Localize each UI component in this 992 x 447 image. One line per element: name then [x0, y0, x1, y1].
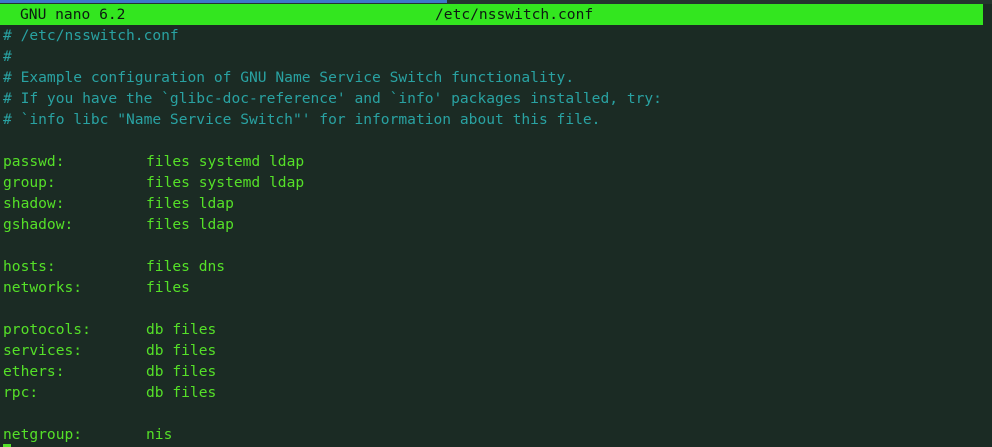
config-value: files ldap [146, 195, 234, 212]
config-entry-line: protocols: db files [3, 319, 983, 340]
config-entry-line: networks: files [3, 277, 983, 298]
config-value: nis [146, 426, 173, 443]
comment-line: # /etc/nsswitch.conf [3, 27, 179, 44]
config-key: services: [3, 342, 83, 359]
comment-line: # Example configuration of GNU Name Serv… [3, 69, 575, 86]
config-entry-line: group: files systemd ldap [3, 172, 983, 193]
config-value: db files [146, 342, 217, 359]
config-value: db files [146, 384, 217, 401]
config-key: group: [3, 174, 56, 191]
config-value: files [146, 279, 190, 296]
config-key: shadow: [3, 195, 65, 212]
comment-line: # `info libc "Name Service Switch"' for … [3, 111, 601, 128]
config-entry-line: netgroup: nis [3, 424, 983, 445]
config-entry-line: services: db files [3, 340, 983, 361]
config-key: rpc: [3, 384, 39, 401]
comment-line: # [3, 48, 12, 65]
config-value: db files [146, 363, 217, 380]
config-entry-line: hosts: files dns [3, 256, 983, 277]
config-key: networks: [3, 279, 83, 296]
config-value: files ldap [146, 216, 234, 233]
config-value: files dns [146, 258, 226, 275]
config-key: gshadow: [3, 216, 74, 233]
filename-label: /etc/nsswitch.conf [435, 6, 594, 23]
config-entry-line: shadow: files ldap [3, 193, 983, 214]
config-entry-line: ethers: db files [3, 361, 983, 382]
config-key: protocols: [3, 321, 91, 338]
config-entry-line: passwd: files systemd ldap [3, 151, 983, 172]
config-value: files systemd ldap [146, 174, 305, 191]
active-indicator [0, 0, 447, 3]
config-value: files systemd ldap [146, 153, 305, 170]
nano-title-bar: GNU nano 6.2 /etc/nsswitch.conf [0, 4, 983, 25]
editor-text-area[interactable]: # /etc/nsswitch.conf # # Example configura… [3, 25, 983, 447]
config-entry-line: rpc: db files [3, 382, 983, 403]
config-key: ethers: [3, 363, 65, 380]
config-key: hosts: [3, 258, 56, 275]
config-key: passwd: [3, 153, 65, 170]
comment-line: # If you have the `glibc-doc-reference' … [3, 90, 662, 107]
config-key: netgroup: [3, 426, 83, 443]
config-entry-line: gshadow: files ldap [3, 214, 983, 235]
app-version-label: GNU nano 6.2 [20, 6, 126, 23]
config-value: db files [146, 321, 217, 338]
